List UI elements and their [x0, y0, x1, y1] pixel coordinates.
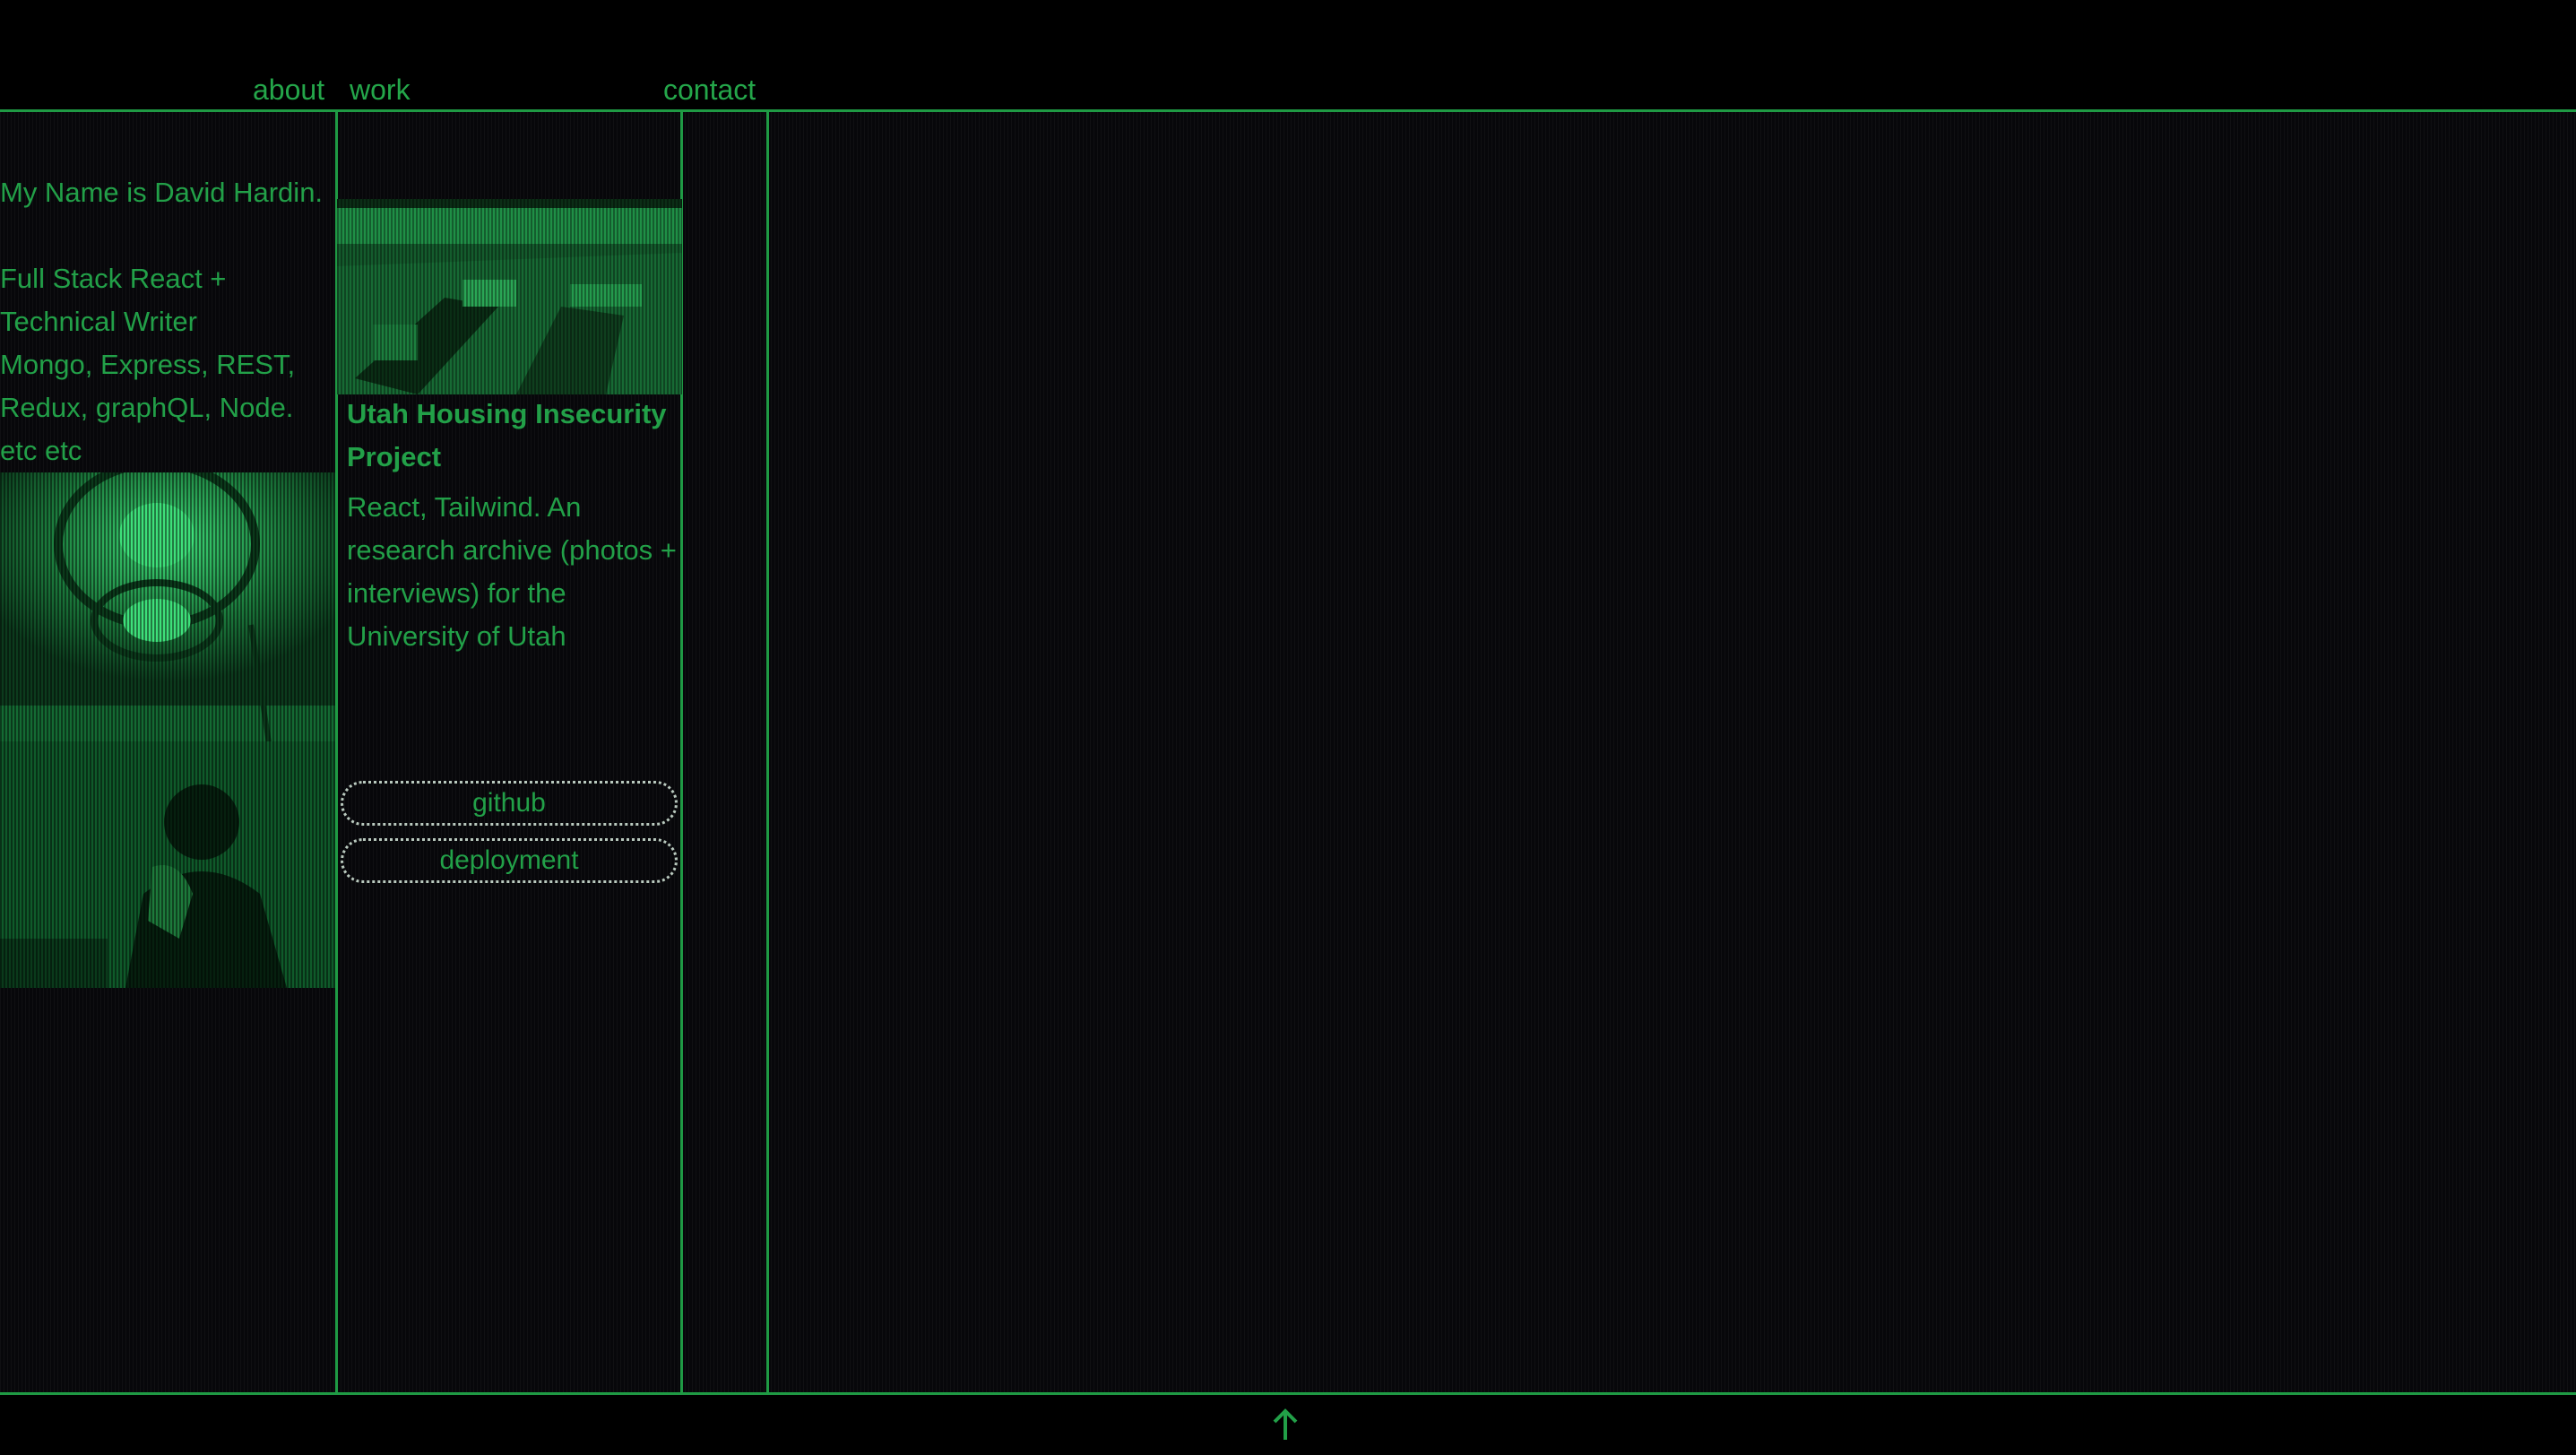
- about-etc-line: etc etc: [0, 435, 82, 466]
- arrow-up-icon[interactable]: [1267, 1404, 1303, 1447]
- about-stack-line: Mongo, Express, REST,: [0, 349, 296, 380]
- about-intro: My Name is David Hardin.: [0, 177, 324, 208]
- about-stack-line-2: Redux, graphQL, Node.: [0, 392, 294, 423]
- nav-link-about[interactable]: about: [253, 72, 324, 108]
- page: about work contact My Name is David Hard…: [0, 0, 2576, 1455]
- about-role-line-2: Technical Writer: [0, 306, 197, 337]
- project-title[interactable]: Utah Housing Insecurity Project: [347, 393, 682, 479]
- portrait-photo: [0, 472, 335, 988]
- about-role-line: Full Stack React +: [0, 263, 227, 294]
- nav-link-contact[interactable]: contact: [663, 72, 756, 108]
- github-button[interactable]: github: [341, 781, 678, 826]
- nav-link-work[interactable]: work: [350, 72, 411, 108]
- project-description: React, Tailwind. An research archive (ph…: [347, 491, 677, 652]
- column-divider-3: [766, 110, 769, 1394]
- deployment-button[interactable]: deployment: [341, 838, 678, 883]
- top-divider: [0, 109, 2576, 112]
- project-thumbnail[interactable]: [337, 199, 682, 394]
- bottom-divider: [0, 1392, 2576, 1395]
